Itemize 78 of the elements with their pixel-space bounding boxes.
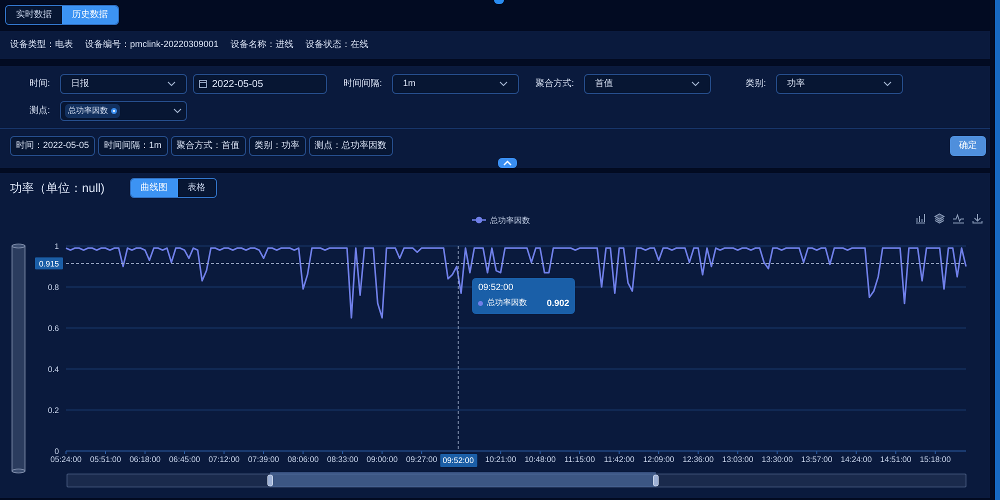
x-axis-label: 05:51:00 — [90, 455, 122, 464]
summary-tag: 时间：2022-05-05 — [10, 136, 96, 156]
x-axis-label: 12:36:00 — [682, 455, 714, 464]
x-axis-label: 13:03:00 — [722, 455, 754, 464]
filter-label: 时间: — [28, 77, 51, 90]
device-info-text: 设备状态：在线 — [306, 38, 369, 52]
x-axis-label: 12:09:00 — [643, 455, 674, 464]
date-field[interactable]: 2022-05-05 — [193, 74, 327, 94]
zoom-slider-track[interactable] — [66, 474, 966, 488]
chevron-down-icon — [883, 81, 892, 87]
x-axis-label: 08:33:00 — [327, 455, 358, 464]
filter-label: 测点: — [28, 104, 51, 118]
x-axis-label: 10:48:00 — [524, 455, 556, 464]
bar-chart-icon[interactable] — [915, 213, 926, 224]
scrollbar[interactable] — [995, 0, 1000, 500]
select-field[interactable]: 首值 — [584, 74, 711, 94]
tag-chip[interactable]: 总功率因数 — [65, 104, 120, 118]
x-axis-label: 09:00:00 — [366, 455, 398, 464]
x-axis-label: 09:27:00 — [406, 455, 438, 464]
tooltip-time: 09:52:00 — [478, 281, 514, 294]
chevron-down-icon — [167, 81, 176, 87]
chevron-down-icon — [173, 108, 182, 114]
filter-label: 时间间隔: — [342, 77, 383, 90]
axis-pointer-label: 0.915 — [35, 257, 63, 270]
x-axis-label: 08:06:00 — [288, 455, 319, 464]
download-icon[interactable] — [972, 213, 983, 224]
select-field[interactable]: 日报 — [60, 74, 187, 94]
y-axis-label: 0.2 — [48, 406, 59, 415]
x-axis-label: 13:30:00 — [762, 455, 793, 464]
line-chart-icon[interactable] — [953, 213, 964, 224]
collapse-button[interactable] — [498, 158, 517, 168]
device-info-text: 设备编号：pmclink-20220309001 — [85, 38, 219, 52]
legend-label[interactable]: 总功率因数 — [490, 216, 530, 225]
x-axis-label: 11:42:00 — [604, 455, 634, 464]
vertical-zoom-slider[interactable] — [12, 244, 26, 474]
zoom-handle[interactable] — [267, 474, 273, 486]
ref-line-label: 0.915 — [38, 259, 60, 268]
x-axis-label: 13:57:00 — [801, 455, 832, 464]
zoom-handle[interactable] — [653, 474, 659, 486]
y-axis-label: 0.8 — [48, 283, 59, 292]
chevron-down-icon — [691, 81, 700, 87]
chevron-down-icon — [499, 81, 508, 87]
summary-tag: 时间间隔：1m — [98, 136, 168, 156]
panel-title: 功率（单位：null) — [10, 180, 105, 197]
y-axis-label: 0.6 — [48, 324, 59, 333]
tooltip-series: 总功率因数 — [487, 297, 528, 310]
close-icon[interactable] — [111, 108, 117, 114]
y-axis-label: 0.4 — [48, 365, 59, 374]
view-tab[interactable]: 表格 — [178, 179, 216, 197]
x-axis-label: 07:39:00 — [248, 455, 280, 464]
tab[interactable]: 实时数据 — [6, 6, 62, 24]
device-info-text: 设备类型：电表 — [10, 38, 73, 52]
x-axis-label: 07:12:00 — [208, 455, 240, 464]
x-axis-label: 15:18:00 — [920, 455, 951, 464]
stack-icon[interactable] — [934, 213, 945, 224]
x-axis-label: 14:51:00 — [880, 455, 912, 464]
axis-pointer-label: 09:52:00 — [440, 454, 478, 467]
y-axis-label: 1 — [54, 242, 59, 251]
x-axis-label: 05:24:00 — [50, 455, 82, 464]
filter-label: 聚合方式: — [534, 77, 575, 90]
multi-select-field[interactable]: 总功率因数 — [60, 101, 187, 121]
chevron-up-icon — [503, 160, 512, 166]
select-field[interactable]: 功率 — [776, 74, 903, 94]
x-axis-label: 06:18:00 — [129, 455, 161, 464]
summary-tag: 聚合方式：首值 — [170, 136, 246, 156]
y-axis-label: 0 — [54, 447, 59, 456]
device-info-text: 设备名称：进线 — [230, 38, 294, 52]
filter-label: 类别: — [744, 77, 767, 90]
x-axis-label: 06:45:00 — [168, 455, 200, 464]
calendar-icon — [199, 80, 207, 88]
legend-marker-icon[interactable] — [472, 216, 486, 224]
x-axis-label: 14:24:00 — [840, 455, 872, 464]
x-axis-label: 11:15:00 — [564, 455, 595, 464]
summary-tag: 测点：总功率因数 — [308, 136, 393, 156]
tooltip-value: 0.902 — [546, 296, 570, 310]
select-field[interactable]: 1m — [392, 74, 519, 94]
summary-tag: 类别：功率 — [248, 136, 306, 156]
x-axis-label: 10:21:00 — [485, 455, 516, 464]
